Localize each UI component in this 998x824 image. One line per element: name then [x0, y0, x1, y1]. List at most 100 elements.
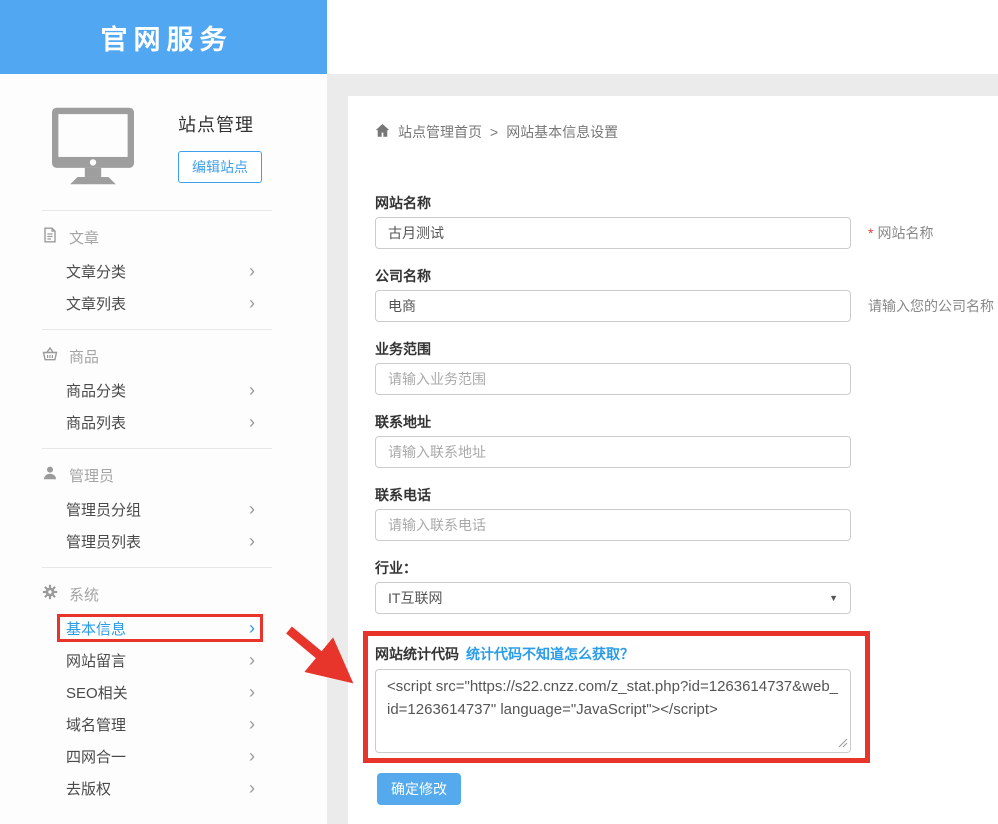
- caret-down-icon: ▼: [829, 593, 838, 603]
- nav-header-label: 系统: [69, 584, 99, 605]
- field-label: 网站名称: [375, 193, 998, 210]
- chevron-right-icon: ›: [249, 413, 255, 431]
- resize-grip-icon[interactable]: [838, 735, 848, 753]
- nav-header-products: 商品: [0, 338, 327, 374]
- chevron-right-icon: ›: [249, 532, 255, 550]
- breadcrumb-home[interactable]: 站点管理首页: [398, 122, 482, 142]
- nav-item-label: 去版权: [66, 778, 111, 799]
- main-content: 站点管理首页 > 网站基本信息设置 网站名称 *网站名称 公司名称 请输入您的公…: [348, 96, 998, 824]
- home-icon: [375, 123, 390, 141]
- field-contact-phone: 联系电话: [375, 485, 998, 541]
- industry-selected-value: IT互联网: [388, 588, 442, 608]
- company-name-input[interactable]: [375, 290, 851, 322]
- nav-item-label: 管理员分组: [66, 499, 141, 520]
- nav-item-label: 基本信息: [66, 618, 126, 639]
- stats-code-section-highlighted: 网站统计代码 统计代码不知道怎么获取？ <script src="https:/…: [363, 631, 870, 763]
- nav-group-system: 系统 基本信息 › 网站留言 › SEO相关 › 域名管理 › 四网合一 › 去…: [0, 576, 327, 814]
- nav-header-articles: 文章: [0, 219, 327, 255]
- nav-item-label: 四网合一: [66, 746, 126, 767]
- breadcrumb-separator: >: [490, 124, 498, 140]
- field-label: 公司名称: [375, 266, 998, 283]
- chevron-right-icon: ›: [249, 651, 255, 669]
- nav-header-label: 商品: [69, 346, 99, 367]
- monitor-icon: [52, 107, 134, 190]
- field-site-name: 网站名称 *网站名称: [375, 193, 998, 249]
- field-contact-address: 联系地址: [375, 412, 998, 468]
- sidebar-item-product-list[interactable]: 商品列表 ›: [0, 406, 327, 438]
- divider: [42, 329, 272, 330]
- sidebar-item-article-category[interactable]: 文章分类 ›: [0, 255, 327, 287]
- sidebar-item-seo[interactable]: SEO相关 ›: [0, 676, 327, 708]
- chevron-right-icon: ›: [249, 381, 255, 399]
- sidebar-item-remove-copyright[interactable]: 去版权 ›: [0, 772, 327, 804]
- nav-group-products: 商品 商品分类 › 商品列表 ›: [0, 338, 327, 448]
- field-business-scope: 业务范围: [375, 339, 998, 395]
- app-brand-header: 官网服务: [0, 0, 327, 74]
- stats-code-label: 网站统计代码: [375, 644, 459, 664]
- system-icon: [42, 584, 58, 604]
- divider: [42, 210, 272, 211]
- nav-item-label: 文章分类: [66, 261, 126, 282]
- nav-header-label: 管理员: [69, 465, 114, 486]
- topbar-right-spacer: [327, 0, 998, 74]
- field-label: 业务范围: [375, 339, 998, 356]
- stats-code-help-link[interactable]: 统计代码不知道怎么获取？: [466, 644, 634, 664]
- business-scope-input[interactable]: [375, 363, 851, 395]
- sidebar: 站点管理 编辑站点 文章 文章分类 › 文章列表 ›: [0, 74, 327, 824]
- chevron-right-icon: ›: [249, 683, 255, 701]
- sidebar-item-admin-group[interactable]: 管理员分组 ›: [0, 493, 327, 525]
- chevron-right-icon: ›: [249, 715, 255, 733]
- breadcrumb-current: 网站基本信息设置: [506, 122, 618, 142]
- nav-group-admins: 管理员 管理员分组 › 管理员列表 ›: [0, 457, 327, 567]
- product-icon: [42, 346, 58, 366]
- chevron-right-icon: ›: [249, 619, 255, 637]
- stats-code-textarea[interactable]: <script src="https://s22.cnzz.com/z_stat…: [375, 669, 851, 753]
- sidebar-item-site-messages[interactable]: 网站留言 ›: [0, 644, 327, 676]
- sidebar-item-basic-info[interactable]: 基本信息 ›: [0, 612, 327, 644]
- contact-phone-input[interactable]: [375, 509, 851, 541]
- nav-item-label: 管理员列表: [66, 531, 141, 552]
- sidebar-title: 站点管理: [178, 111, 254, 137]
- field-label: 联系电话: [375, 485, 998, 502]
- confirm-modify-button[interactable]: 确定修改: [377, 773, 461, 805]
- nav-item-label: 商品列表: [66, 412, 126, 433]
- field-label: 联系地址: [375, 412, 998, 429]
- breadcrumb: 站点管理首页 > 网站基本信息设置: [375, 123, 998, 141]
- admin-icon: [42, 465, 58, 485]
- chevron-right-icon: ›: [249, 500, 255, 518]
- sidebar-item-domain[interactable]: 域名管理 ›: [0, 708, 327, 740]
- field-hint: 请输入您的公司名称: [868, 296, 994, 316]
- field-label: 行业：: [375, 558, 998, 575]
- site-profile: 站点管理 编辑站点: [0, 74, 327, 210]
- sidebar-item-four-networks[interactable]: 四网合一 ›: [0, 740, 327, 772]
- nav-header-label: 文章: [69, 227, 99, 248]
- field-hint: *网站名称: [868, 223, 933, 243]
- annotation-arrow: [280, 622, 366, 699]
- nav-item-label: 文章列表: [66, 293, 126, 314]
- edit-site-button[interactable]: 编辑站点: [178, 151, 262, 183]
- sidebar-item-article-list[interactable]: 文章列表 ›: [0, 287, 327, 319]
- nav-item-label: 域名管理: [66, 714, 126, 735]
- nav-header-admins: 管理员: [0, 457, 327, 493]
- nav-item-label: 商品分类: [66, 380, 126, 401]
- nav-group-articles: 文章 文章分类 › 文章列表 ›: [0, 219, 327, 329]
- nav-header-system: 系统: [0, 576, 327, 612]
- industry-select[interactable]: IT互联网 ▼: [375, 582, 851, 614]
- chevron-right-icon: ›: [249, 747, 255, 765]
- sidebar-item-admin-list[interactable]: 管理员列表 ›: [0, 525, 327, 557]
- divider: [42, 448, 272, 449]
- divider: [42, 567, 272, 568]
- chevron-right-icon: ›: [249, 262, 255, 280]
- site-name-input[interactable]: [375, 217, 851, 249]
- field-industry: 行业： IT互联网 ▼: [375, 558, 998, 614]
- sidebar-item-product-category[interactable]: 商品分类 ›: [0, 374, 327, 406]
- chevron-right-icon: ›: [249, 294, 255, 312]
- site-settings-form: 网站名称 *网站名称 公司名称 请输入您的公司名称 业务范围 联系地址: [375, 193, 998, 805]
- nav-item-label: SEO相关: [66, 682, 128, 703]
- field-company-name: 公司名称 请输入您的公司名称: [375, 266, 998, 322]
- nav-item-label: 网站留言: [66, 650, 126, 671]
- article-icon: [42, 227, 58, 247]
- chevron-right-icon: ›: [249, 779, 255, 797]
- contact-address-input[interactable]: [375, 436, 851, 468]
- required-star: *: [868, 225, 873, 241]
